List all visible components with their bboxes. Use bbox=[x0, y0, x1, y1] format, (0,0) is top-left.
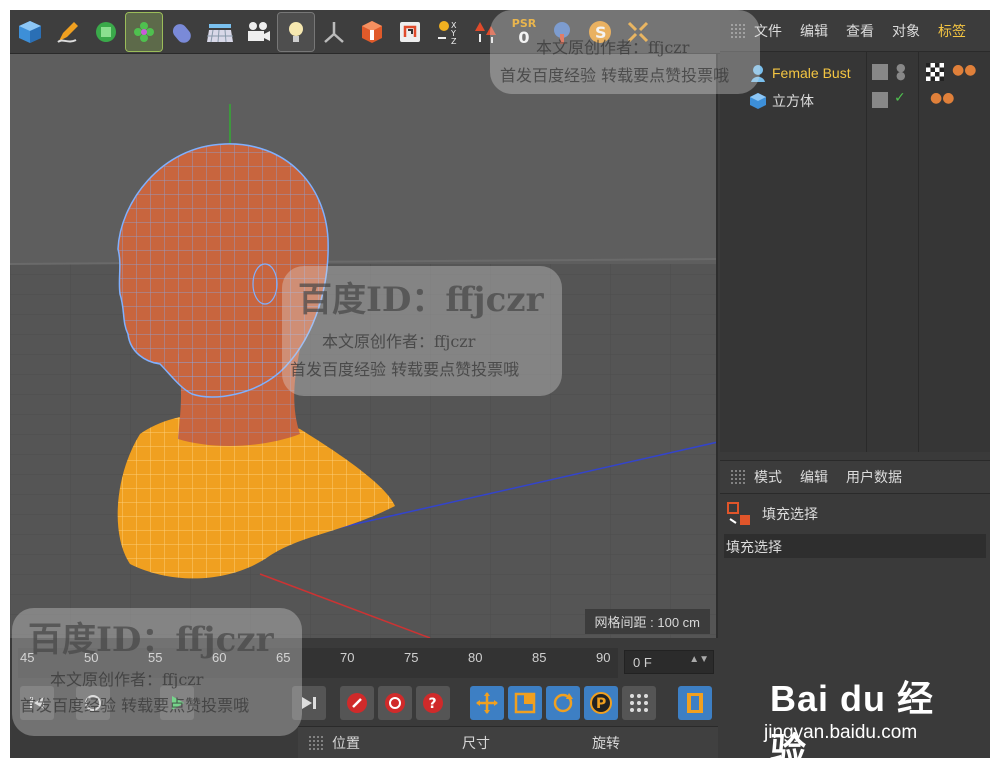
baidu-url: jingyan.baidu.com bbox=[764, 722, 918, 743]
rotation-label: 旋转 bbox=[592, 735, 620, 752]
coordinates-header: 位置 尺寸 旋转 bbox=[298, 726, 718, 758]
pen-icon[interactable] bbox=[50, 13, 86, 51]
menu-user-data[interactable]: 用户数据 bbox=[846, 467, 902, 487]
object-manager-menu: 文件 编辑 查看 对象 标签 bbox=[720, 10, 990, 52]
menu-view[interactable]: 查看 bbox=[846, 21, 874, 41]
visibility-dots-icon[interactable]: ● ● bbox=[896, 62, 906, 81]
attribute-title-row: 填充选择 bbox=[720, 496, 990, 532]
move-icon[interactable] bbox=[470, 686, 504, 720]
object-row-cube[interactable]: 立方体 ✓ ●● bbox=[720, 88, 990, 114]
current-frame-value: 0 F bbox=[633, 655, 652, 670]
dots-grid-icon[interactable] bbox=[622, 686, 656, 720]
size-label: 尺寸 bbox=[462, 735, 490, 752]
material-tag-icon[interactable]: ●● bbox=[952, 62, 976, 78]
selection-tag-icon bbox=[727, 502, 750, 525]
object-name[interactable]: 立方体 bbox=[772, 91, 814, 111]
bulb-icon[interactable] bbox=[277, 11, 315, 52]
paint-icon[interactable] bbox=[354, 13, 390, 51]
svg-text:P: P bbox=[596, 696, 606, 712]
attribute-manager-menu: 模式 编辑 用户数据 bbox=[720, 460, 990, 494]
baidu-jingyan-logo: Bai du 经验 jingyan.baidu.com bbox=[762, 660, 962, 771]
cube-object-icon bbox=[750, 93, 766, 109]
camera-icon[interactable] bbox=[240, 13, 276, 51]
help-icon[interactable]: ? bbox=[416, 686, 450, 720]
film-icon[interactable] bbox=[678, 686, 712, 720]
menu-mode[interactable]: 模式 bbox=[754, 467, 782, 487]
menu-edit[interactable]: 编辑 bbox=[800, 21, 828, 41]
watermark-bg bbox=[12, 608, 302, 736]
floor-icon[interactable] bbox=[202, 13, 238, 51]
layer-icon[interactable] bbox=[872, 64, 888, 80]
grip-icon[interactable] bbox=[730, 469, 746, 485]
menu-tags[interactable]: 标签 bbox=[938, 21, 966, 41]
watermark-bg bbox=[490, 10, 760, 94]
tick-label: 80 bbox=[468, 650, 483, 665]
material-tag-icon[interactable]: ●● bbox=[930, 90, 954, 106]
scale-icon[interactable] bbox=[508, 686, 542, 720]
texture-tag-icon[interactable] bbox=[926, 63, 944, 81]
autokey-icon[interactable] bbox=[378, 686, 412, 720]
tick-label: 75 bbox=[404, 650, 419, 665]
position-label: 位置 bbox=[332, 735, 360, 752]
brush-icon[interactable] bbox=[392, 13, 428, 51]
xyz-icon[interactable]: XYZ bbox=[430, 13, 466, 51]
axis-icon[interactable] bbox=[316, 13, 352, 51]
attribute-title: 填充选择 bbox=[762, 507, 818, 523]
object-row-female-bust[interactable]: Female Bust ● ● ●● bbox=[720, 60, 990, 86]
watermark-bg bbox=[282, 266, 562, 396]
tick-label: 90 bbox=[596, 650, 611, 665]
attribute-section-header[interactable]: 填充选择 bbox=[724, 534, 986, 558]
grid-spacing-label: 网格间距 : 100 cm bbox=[584, 609, 710, 634]
cinema4d-window: XYZ PSR 0 S 网格间距: 100 cm 45 50 55 60 65… bbox=[10, 10, 990, 758]
svg-text:?: ? bbox=[429, 696, 437, 712]
flower-icon[interactable] bbox=[125, 11, 163, 52]
object-name[interactable]: Female Bust bbox=[772, 65, 851, 81]
tick-label: 70 bbox=[340, 650, 355, 665]
rotate-icon[interactable] bbox=[546, 686, 580, 720]
layer-icon[interactable] bbox=[872, 92, 888, 108]
svg-text:Z: Z bbox=[451, 37, 457, 46]
capsule-icon[interactable] bbox=[164, 13, 200, 51]
right-panel: 文件 编辑 查看 对象 标签 Female Bust ●● ●● 立方体 ✓ bbox=[720, 10, 990, 758]
spinner-icon[interactable]: ▲▼ bbox=[689, 654, 709, 665]
menu-object[interactable]: 对象 bbox=[892, 21, 920, 41]
menu-edit[interactable]: 编辑 bbox=[800, 467, 828, 487]
record-icon[interactable] bbox=[340, 686, 374, 720]
grip-icon[interactable] bbox=[308, 734, 324, 751]
cube-icon[interactable] bbox=[12, 13, 48, 51]
current-frame-field[interactable]: 0 F ▲▼ bbox=[624, 650, 714, 674]
tick-label: 85 bbox=[532, 650, 547, 665]
extrude-icon[interactable] bbox=[88, 13, 124, 51]
enabled-check-icon[interactable]: ✓ bbox=[894, 90, 906, 106]
object-list[interactable]: Female Bust ● ● ●● 立方体 ✓ ●● bbox=[720, 52, 990, 452]
parameter-icon[interactable]: P bbox=[584, 686, 618, 720]
